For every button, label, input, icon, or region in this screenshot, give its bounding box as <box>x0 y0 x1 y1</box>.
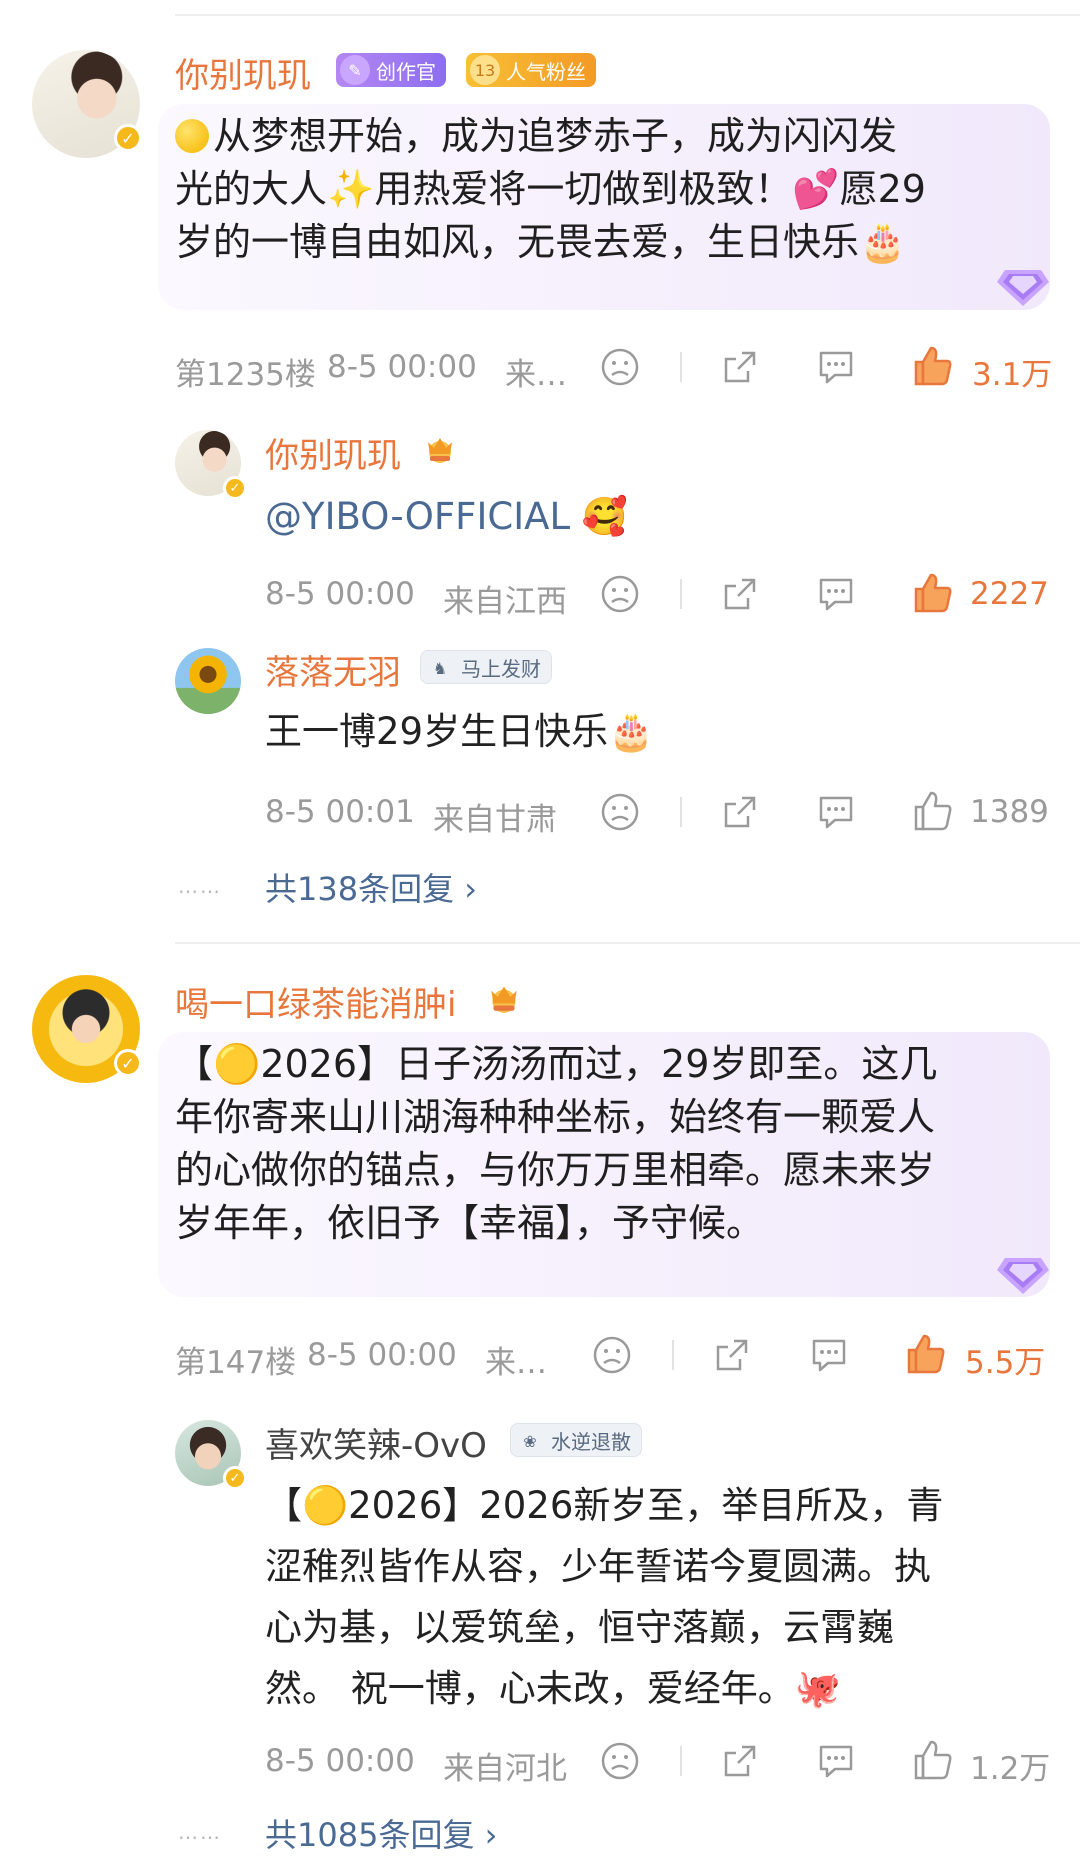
reply-time: 8-5 00:01 <box>265 794 415 830</box>
comment-icon[interactable] <box>815 792 857 832</box>
share-icon[interactable] <box>720 792 760 832</box>
separator <box>680 797 682 827</box>
comment-divider <box>175 942 1080 944</box>
dislike-icon[interactable] <box>600 1741 640 1781</box>
badge-label: 马上发财 <box>461 656 541 681</box>
separator <box>680 579 682 609</box>
reply-source: 来自甘肃 <box>433 802 557 838</box>
badge-fan-level[interactable]: 13 人气粉丝 <box>466 53 596 87</box>
share-icon[interactable] <box>720 347 760 387</box>
comment-icon[interactable] <box>815 347 857 387</box>
comment-line: 【🟡2026】日子汤汤而过，29岁即至。这几 <box>175 1042 938 1086</box>
like-icon[interactable] <box>910 789 954 833</box>
reply-text[interactable]: @YIBO-OFFICIAL 🥰 <box>265 490 628 543</box>
crown-icon <box>428 438 452 463</box>
dislike-icon[interactable] <box>600 574 640 614</box>
comment-icon[interactable] <box>815 574 857 614</box>
separator <box>680 352 682 382</box>
reply-time: 8-5 00:00 <box>265 1743 415 1779</box>
floor-number: 第147楼 <box>175 1345 297 1381</box>
horse-icon: ♞ <box>432 658 448 678</box>
avatar[interactable] <box>175 648 241 714</box>
badge-label: 创作官 <box>376 59 436 84</box>
verified-icon: ✓ <box>223 1466 247 1490</box>
badge-creator[interactable]: ✎ 创作官 <box>336 53 446 87</box>
comment-text[interactable]: 从梦想开始，成为追梦赤子，成为闪闪发 光的大人✨用热爱将一切做到极致！💕愿29 … <box>175 110 1035 269</box>
badge-status[interactable]: ❀ 水逆退散 <box>510 1423 642 1457</box>
verified-icon: ✓ <box>223 476 247 500</box>
avatar[interactable]: ✓ <box>32 50 142 158</box>
avatar[interactable]: ✓ <box>175 1420 247 1490</box>
reply-time: 8-5 00:00 <box>265 576 415 612</box>
verified-icon: ✓ <box>114 124 142 152</box>
like-count: 1.2万 <box>970 1751 1051 1787</box>
like-icon[interactable] <box>910 1738 954 1782</box>
dislike-icon[interactable] <box>600 792 640 832</box>
reply-line: 涩稚烈皆作从容，少年誓诺今夏圆满。执 <box>265 1545 931 1588</box>
badge-label: 人气粉丝 <box>506 59 586 84</box>
diamond-icon <box>997 1258 1049 1294</box>
like-count: 3.1万 <box>972 357 1053 393</box>
reply-username[interactable]: 你别玑玑 <box>265 428 401 477</box>
badge-label: 水逆退散 <box>551 1429 631 1454</box>
reply-line: 然。 祝一博，心未改，爱经年。🐙 <box>265 1667 841 1710</box>
like-icon-active[interactable] <box>903 1332 947 1376</box>
badge-status[interactable]: ♞ 马上发财 <box>420 650 552 684</box>
comment-line: 光的大人✨用热爱将一切做到极致！💕愿29 <box>175 167 926 211</box>
reply-source: 来自江西 <box>443 584 567 620</box>
like-icon-active[interactable] <box>910 344 954 388</box>
share-icon[interactable] <box>712 1335 752 1375</box>
reply-source: 来自河北 <box>443 1751 567 1787</box>
comment-line: 岁的一博自由如风，无畏去爱，生日快乐🎂 <box>175 220 907 264</box>
view-more-replies-link[interactable]: 共1085条回复 › <box>265 1810 497 1856</box>
comment-line: 的心做你的锚点，与你万万里相牵。愿未来岁 <box>175 1148 936 1192</box>
post-time: 8-5 00:00 <box>327 349 477 385</box>
diamond-icon <box>997 270 1049 306</box>
like-count: 2227 <box>970 576 1049 612</box>
like-count: 5.5万 <box>965 1345 1046 1381</box>
like-icon-active[interactable] <box>910 571 954 615</box>
comment-line: 从梦想开始，成为追梦赤子，成为闪闪发 <box>175 110 1035 163</box>
fan-level-icon: 13 <box>470 55 500 85</box>
comment-line: 岁年年，依旧予【幸福】，予守候。 <box>175 1201 765 1245</box>
view-more-replies-link[interactable]: 共138条回复 › <box>265 864 477 910</box>
mention-link[interactable]: @YIBO-OFFICIAL 🥰 <box>265 495 628 538</box>
coin-emoji-icon <box>175 119 209 153</box>
avatar[interactable]: ✓ <box>32 975 142 1083</box>
share-icon[interactable] <box>720 574 760 614</box>
top-divider <box>175 14 1080 16</box>
reply-username[interactable]: 喜欢笑辣-OvO <box>265 1418 487 1467</box>
creator-icon: ✎ <box>340 55 370 85</box>
separator <box>672 1340 674 1370</box>
post-source: 来… <box>485 1345 547 1381</box>
comment-icon[interactable] <box>808 1335 850 1375</box>
post-source: 来… <box>505 357 567 393</box>
separator <box>680 1746 682 1776</box>
reply-text[interactable]: 王一博29岁生日快乐🎂 <box>265 705 654 758</box>
more-dots: …… <box>178 874 222 898</box>
reply-text[interactable]: 【🟡2026】2026新岁至，举目所及，青 涩稚烈皆作从容，少年誓诺今夏圆满。执… <box>265 1475 1055 1719</box>
comment-text[interactable]: 【🟡2026】日子汤汤而过，29岁即至。这几 年你寄来山川湖海种种坐标，始终有一… <box>175 1038 1035 1250</box>
username[interactable]: 你别玑玑 <box>175 48 311 97</box>
share-icon[interactable] <box>720 1741 760 1781</box>
dislike-icon[interactable] <box>592 1335 632 1375</box>
reply-line: 【🟡2026】2026新岁至，举目所及，青 <box>265 1484 944 1527</box>
floor-number: 第1235楼 <box>175 357 316 393</box>
dislike-icon[interactable] <box>600 347 640 387</box>
more-dots: …… <box>178 1820 222 1844</box>
username[interactable]: 喝一口绿茶能消肿i <box>175 977 456 1026</box>
avatar[interactable]: ✓ <box>175 430 247 500</box>
post-time: 8-5 00:00 <box>307 1337 457 1373</box>
verified-icon: ✓ <box>114 1049 142 1077</box>
crown-icon <box>491 986 517 1013</box>
comment-icon[interactable] <box>815 1741 857 1781</box>
comment-line: 年你寄来山川湖海种种坐标，始终有一颗爱人 <box>175 1095 936 1139</box>
reply-username[interactable]: 落落无羽 <box>265 645 401 694</box>
lotus-icon: ❀ <box>523 1431 537 1451</box>
reply-line: 心为基，以爱筑垒，恒守落巅，云霄巍 <box>265 1606 894 1649</box>
like-count: 1389 <box>970 794 1049 830</box>
